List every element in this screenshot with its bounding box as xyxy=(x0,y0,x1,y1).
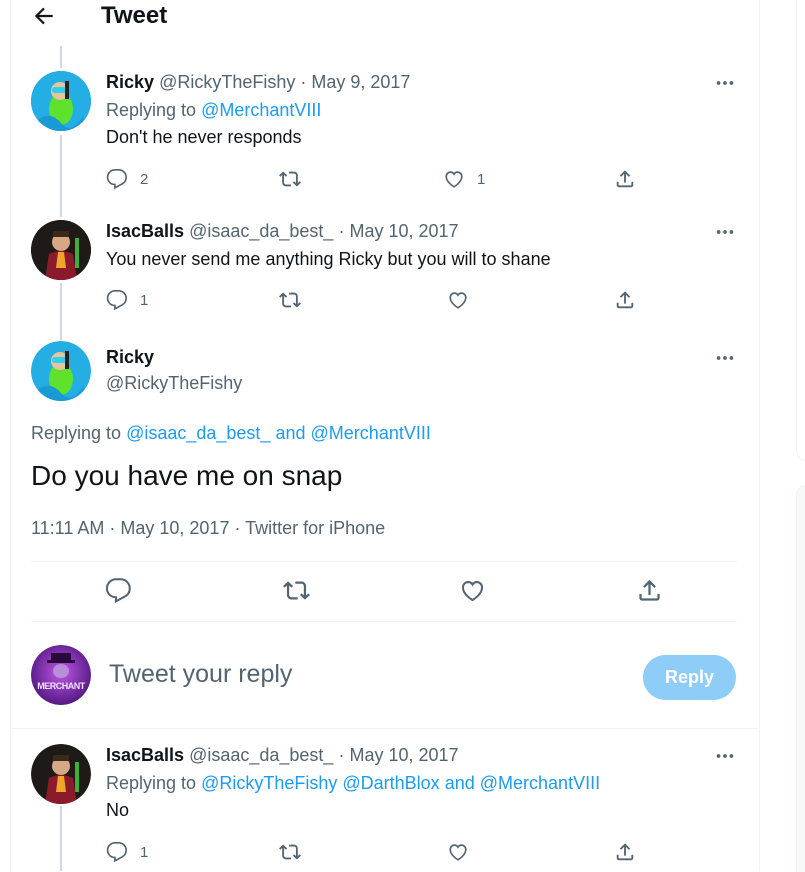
main-column: Tweet Ricky @RickyTheFishy · May 9, 2017… xyxy=(10,0,760,871)
author-name[interactable]: IsacBalls xyxy=(106,221,184,241)
mention-link[interactable]: @RickyTheFishy @DarthBlox xyxy=(201,773,440,793)
avatar-image xyxy=(31,71,91,131)
more-icon[interactable] xyxy=(714,221,736,243)
mention-link[interactable]: @MerchantVIII xyxy=(480,773,600,793)
share-button[interactable] xyxy=(614,167,636,191)
back-arrow-icon[interactable] xyxy=(31,3,57,29)
tweet-text: No xyxy=(106,800,130,820)
mention-link[interactable]: @isaac_da_best_ xyxy=(126,423,270,443)
share-button[interactable] xyxy=(636,578,663,602)
retweet-icon xyxy=(283,580,310,600)
avatar[interactable] xyxy=(31,220,91,280)
author-handle[interactable]: @RickyTheFishy xyxy=(106,373,242,393)
reply-count: 1 xyxy=(140,291,149,309)
divider xyxy=(31,561,737,562)
like-count: 1 xyxy=(477,170,486,188)
reply-button[interactable]: 2 xyxy=(106,167,148,191)
avatar-image xyxy=(31,645,91,705)
current-user-avatar[interactable]: MERCHANT xyxy=(31,645,91,705)
like-icon xyxy=(449,844,467,861)
right-sidebar-card-2 xyxy=(796,485,805,872)
thread-line xyxy=(60,283,62,340)
share-icon xyxy=(616,170,634,188)
more-icon[interactable] xyxy=(714,347,736,369)
avatar-image xyxy=(31,744,91,804)
tweet-date[interactable]: · May 10, 2017 xyxy=(338,745,458,765)
author-name[interactable]: IsacBalls xyxy=(106,745,184,765)
avatar-image xyxy=(31,341,91,401)
reply-input[interactable]: Tweet your reply xyxy=(109,660,292,689)
right-sidebar-card xyxy=(796,0,805,461)
author-handle[interactable]: @isaac_da_best_ xyxy=(189,221,333,241)
mention-link[interactable]: @MerchantVIII xyxy=(201,100,321,120)
thread-line xyxy=(60,46,62,68)
divider xyxy=(11,728,759,729)
reply-button[interactable]: 1 xyxy=(106,288,148,312)
like-button[interactable] xyxy=(459,578,486,602)
reply-icon xyxy=(106,842,127,863)
thread-line xyxy=(60,806,62,871)
mention-link[interactable]: @MerchantVIII xyxy=(311,423,431,443)
share-icon xyxy=(616,843,634,861)
thread-line xyxy=(60,135,62,217)
more-icon[interactable] xyxy=(714,72,736,94)
avatar-logo-text: MERCHANT xyxy=(37,681,85,691)
like-icon xyxy=(449,292,467,309)
tweet-text: You never send me anything Ricky but you… xyxy=(106,249,551,269)
retweet-button[interactable] xyxy=(279,840,301,864)
reply-icon xyxy=(106,169,127,190)
tweet-date[interactable]: · May 10, 2017 xyxy=(338,221,458,241)
reply-count: 2 xyxy=(140,170,149,188)
like-icon xyxy=(445,171,463,188)
avatar[interactable] xyxy=(31,71,91,131)
reply-icon xyxy=(105,577,131,603)
reply-submit-button[interactable]: Reply xyxy=(643,655,736,700)
reply-count: 1 xyxy=(140,843,149,861)
retweet-icon xyxy=(279,844,301,860)
share-icon xyxy=(639,579,660,601)
author-handle[interactable]: @RickyTheFishy xyxy=(159,72,295,92)
replying-to-label: Replying to xyxy=(31,423,122,443)
replying-and: and xyxy=(444,773,475,793)
page-title: Tweet xyxy=(101,2,168,29)
retweet-button[interactable] xyxy=(279,288,301,312)
share-button[interactable] xyxy=(614,840,636,864)
avatar[interactable] xyxy=(31,744,91,804)
author-handle[interactable]: @isaac_da_best_ xyxy=(189,745,333,765)
like-button[interactable] xyxy=(447,840,469,864)
retweet-button[interactable] xyxy=(279,167,301,191)
reply-button[interactable] xyxy=(105,577,132,603)
more-icon[interactable] xyxy=(714,745,736,767)
header: Tweet xyxy=(11,0,759,34)
share-button[interactable] xyxy=(614,288,636,312)
tweet-date[interactable]: · May 9, 2017 xyxy=(300,72,410,92)
divider xyxy=(31,621,737,622)
author-name[interactable]: Ricky xyxy=(106,347,154,367)
retweet-button[interactable] xyxy=(283,578,310,602)
replying-to-label: Replying to xyxy=(106,100,197,120)
replying-to-label: Replying to xyxy=(106,773,197,793)
tweet-text: Don't he never responds xyxy=(106,127,302,147)
author-name[interactable]: Ricky xyxy=(106,72,154,92)
like-icon xyxy=(461,580,484,601)
like-button[interactable] xyxy=(447,288,469,312)
reply-icon xyxy=(106,290,127,311)
replying-and: and xyxy=(275,423,306,443)
share-icon xyxy=(616,291,634,309)
retweet-icon xyxy=(279,171,301,187)
like-button[interactable]: 1 xyxy=(443,167,485,191)
avatar[interactable] xyxy=(31,341,91,401)
avatar-image xyxy=(31,220,91,280)
tweet-meta[interactable]: 11:11 AM · May 10, 2017 · Twitter for iP… xyxy=(31,518,385,539)
retweet-icon xyxy=(279,292,301,308)
main-tweet-text: Do you have me on snap xyxy=(31,460,343,491)
reply-button[interactable]: 1 xyxy=(106,840,148,864)
